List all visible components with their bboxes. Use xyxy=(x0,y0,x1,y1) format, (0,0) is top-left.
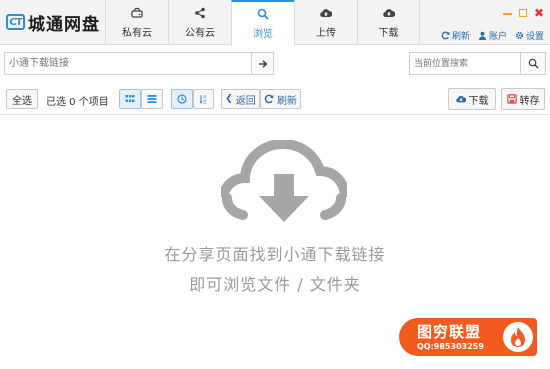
tab-label: 上传 xyxy=(316,27,336,39)
back-label: 返回 xyxy=(235,95,256,107)
tab-label: 下载 xyxy=(378,27,399,39)
flame-icon xyxy=(503,322,533,352)
search-input[interactable] xyxy=(410,53,520,74)
download-link-input[interactable] xyxy=(5,53,251,74)
tab-private-cloud[interactable]: 私有云 xyxy=(105,0,168,45)
refresh-link[interactable]: 刷新 xyxy=(441,29,470,42)
app-logo: CT 城通网盘 xyxy=(6,11,100,35)
back-button[interactable]: ❮ 返回 xyxy=(221,89,260,109)
cloud-download-icon xyxy=(455,95,466,103)
select-all-button[interactable]: 全选 xyxy=(6,89,38,109)
main-tabs: 私有云 公有云 浏览 上传 下载 xyxy=(105,0,420,46)
settings-link[interactable]: 设置 xyxy=(515,29,544,42)
refresh-icon xyxy=(264,94,274,104)
logo-badge: CT xyxy=(6,14,25,30)
watermark-title: 图穷联盟 xyxy=(417,323,482,341)
drive-icon xyxy=(131,7,143,19)
tab-label: 私有云 xyxy=(122,27,152,39)
cloud-download-icon xyxy=(221,140,347,225)
user-icon xyxy=(478,31,487,40)
sort-alpha-icon: AZ xyxy=(198,95,207,104)
app-name: 城通网盘 xyxy=(28,14,100,35)
search-group xyxy=(409,52,546,75)
refresh-label: 刷新 xyxy=(277,95,297,107)
refresh-icon xyxy=(441,31,450,40)
select-all-label: 全选 xyxy=(12,95,32,107)
refresh-label: 刷新 xyxy=(451,32,470,42)
empty-state-message: 在分享页面找到小通下载链接 xyxy=(164,245,386,264)
tab-label: 浏览 xyxy=(253,29,273,40)
tab-upload[interactable]: 上传 xyxy=(294,0,357,45)
grid-view-button[interactable] xyxy=(119,89,141,109)
clock-icon xyxy=(177,94,187,104)
refresh-button[interactable]: 刷新 xyxy=(260,89,301,109)
maximize-button[interactable] xyxy=(518,9,527,17)
chevron-left-icon: ❮ xyxy=(225,94,233,104)
watermark-qq: QQ:985303259 xyxy=(417,342,484,351)
tab-download[interactable]: 下载 xyxy=(357,0,420,45)
header-actions: 刷新 账户 设置 xyxy=(441,29,544,42)
tab-label: 公有云 xyxy=(185,27,215,39)
download-button[interactable]: 下载 xyxy=(448,88,496,110)
empty-state-hint: 即可浏览文件 / 文件夹 xyxy=(189,275,361,294)
tab-browse[interactable]: 浏览 xyxy=(231,0,294,46)
list-view-button[interactable] xyxy=(141,89,163,109)
go-button[interactable] xyxy=(251,53,273,74)
search-button[interactable] xyxy=(520,53,545,74)
search-icon xyxy=(528,58,539,69)
arrow-right-icon xyxy=(258,59,267,68)
svg-text:Z: Z xyxy=(203,99,206,104)
file-toolbar: 全选 已选 0 个项目 AZ ❮ 返回 刷新 下载 转存 xyxy=(0,85,550,115)
sort-by-time-button[interactable] xyxy=(171,89,193,109)
save-to-button[interactable]: 转存 xyxy=(501,88,545,110)
sort-by-name-button[interactable]: AZ xyxy=(193,89,214,109)
save-icon xyxy=(506,94,517,104)
link-input-group xyxy=(4,52,274,75)
cloud-download-icon xyxy=(382,7,395,19)
title-bar: CT 城通网盘 私有云 公有云 浏览 上传 下载 ✖ 刷新 账户 设置 xyxy=(0,0,550,46)
share-icon xyxy=(194,7,206,19)
gear-icon xyxy=(515,31,524,40)
settings-label: 设置 xyxy=(525,32,544,42)
close-button[interactable]: ✖ xyxy=(534,7,544,19)
search-icon xyxy=(257,8,269,20)
tab-public-cloud[interactable]: 公有云 xyxy=(168,0,231,45)
list-icon xyxy=(147,95,157,103)
cloud-upload-icon xyxy=(320,7,332,19)
watermark-badge: 图穷联盟 QQ:985303259 xyxy=(399,318,537,356)
download-label: 下载 xyxy=(468,95,489,107)
window-controls: ✖ xyxy=(502,7,544,19)
grid-icon xyxy=(125,95,135,102)
account-link[interactable]: 账户 xyxy=(478,29,507,42)
selected-count: 已选 0 个项目 xyxy=(46,97,109,108)
account-label: 账户 xyxy=(488,32,507,42)
save-to-label: 转存 xyxy=(519,95,540,107)
minimize-button[interactable] xyxy=(502,13,512,15)
